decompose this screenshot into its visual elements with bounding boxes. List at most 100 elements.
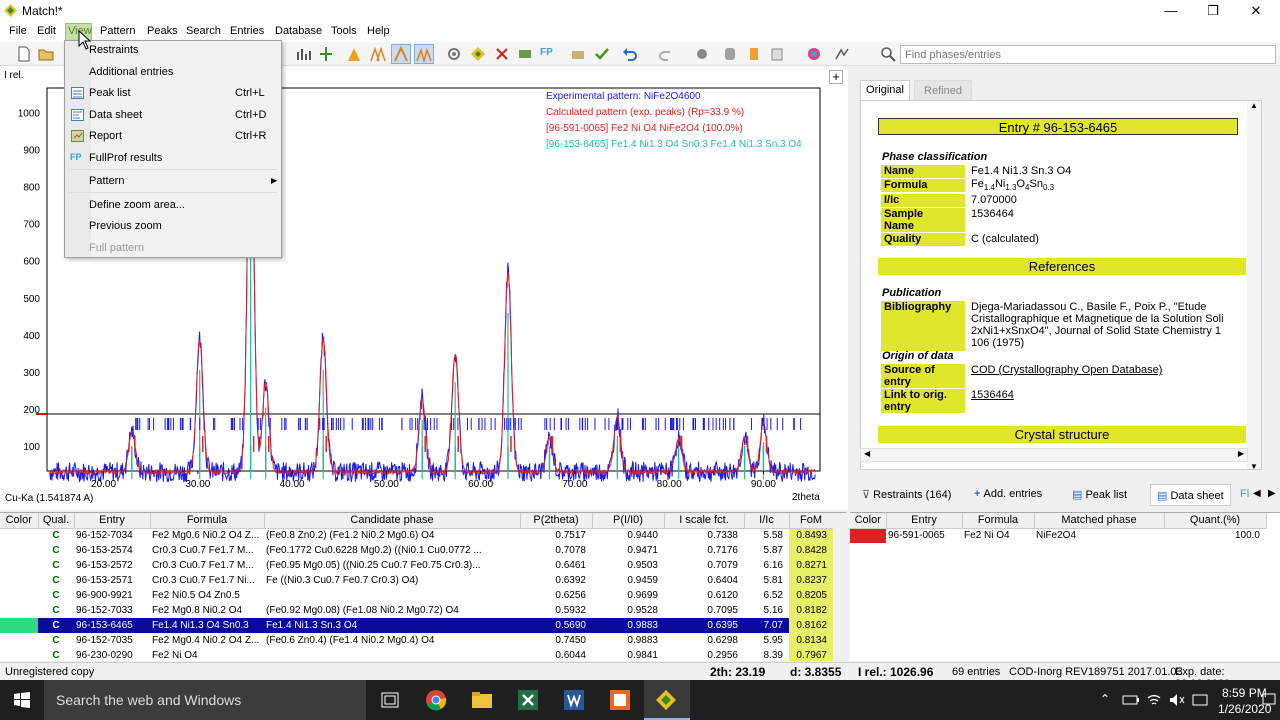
menu-database[interactable]: Database	[275, 25, 322, 37]
keyboard-icon[interactable]	[1192, 692, 1208, 708]
windows-start-icon[interactable]	[14, 692, 30, 708]
candidate-row[interactable]: C 96-153-2571 Cr0.3 Cu0.7 Fe1.7 Ni... Fe ((…	[0, 573, 833, 588]
paint-icon[interactable]	[609, 689, 631, 711]
menu-item-data-sheet[interactable]: Data sheet	[89, 109, 142, 121]
column-header[interactable]: Color	[0, 513, 39, 529]
chrome-icon[interactable]	[425, 689, 447, 711]
column-header[interactable]: Color	[850, 513, 887, 529]
matched-row[interactable]: 96-591-0065 Fe2 Ni O4 NiFe2O4 100.0	[850, 528, 1266, 543]
check-icon[interactable]	[594, 46, 610, 62]
tray-chevron-icon[interactable]: ⌃	[1100, 692, 1110, 706]
tab-restraints[interactable]: ⊽ Restraints (164)	[862, 488, 951, 501]
tab-data-sheet[interactable]: ▤ Data sheet	[1150, 484, 1231, 506]
task-view-icon[interactable]	[381, 692, 399, 708]
volume-icon[interactable]	[1168, 692, 1186, 708]
undo-icon[interactable]	[622, 46, 638, 62]
tab-fullprof[interactable]: Fl	[1240, 488, 1249, 500]
find-input[interactable]	[901, 46, 1275, 63]
column-header[interactable]: Matched phase	[1034, 513, 1165, 529]
excel-icon[interactable]	[517, 689, 539, 711]
tab-scroll-right-icon[interactable]: ▶	[1268, 488, 1276, 499]
menu-entries[interactable]: Entries	[230, 25, 264, 37]
match-icon[interactable]	[517, 46, 533, 62]
column-header[interactable]: Candidate phase	[264, 513, 521, 529]
candidate-list[interactable]: Color Qual. Entry Formula Candidate phase P(2…	[0, 512, 846, 661]
close-button[interactable]: ✕	[1233, 0, 1279, 22]
tab-peak-list[interactable]: ▤ Peak list	[1072, 488, 1127, 501]
panel-vertical-scrollbar[interactable]: ▲ ▼	[1247, 101, 1261, 469]
candidate-row[interactable]: C 96-152-7033 Fe2 Mg0.8 Ni0.2 O4 (Fe0.92 Mg…	[0, 603, 833, 618]
database-icon[interactable]	[722, 46, 738, 62]
fullprof-button[interactable]: FP	[540, 47, 553, 58]
notifications-icon[interactable]	[1262, 693, 1276, 707]
column-header[interactable]: Qual.	[38, 513, 75, 529]
candidate-row[interactable]: C 96-152-7035 Fe2 Mg0.4 Ni0.2 O4 Z... (Fe0.…	[0, 633, 833, 648]
tab-scroll-left-icon[interactable]: ◀	[1253, 488, 1261, 499]
menu-pattern[interactable]: Pattern	[100, 25, 135, 37]
column-header[interactable]: Quant.(%)	[1164, 513, 1267, 529]
scroll-right-icon[interactable]: ▶	[1238, 449, 1244, 458]
menu-file[interactable]: File	[9, 25, 27, 37]
column-header[interactable]: Formula	[962, 513, 1035, 529]
file-explorer-icon[interactable]	[471, 689, 493, 711]
find-box[interactable]	[900, 45, 1276, 64]
candidate-scrollbar[interactable]	[833, 513, 846, 661]
delete-phase-icon[interactable]	[494, 46, 510, 62]
column-header[interactable]: Entry	[74, 513, 151, 529]
menu-item-pattern[interactable]: Pattern	[89, 175, 124, 187]
options-icon[interactable]	[834, 46, 850, 62]
menu-item-define-zoom-area[interactable]: Define zoom area...	[89, 199, 185, 211]
report-icon[interactable]	[746, 46, 762, 62]
candidate-row[interactable]: C 96-230-0290 Fe2 Ni O4 0.6044 0.9841 0.2956 8…	[0, 648, 833, 661]
record-icon[interactable]	[694, 46, 710, 62]
taskbar-search[interactable]: Search the web and Windows	[44, 680, 366, 720]
candidate-row[interactable]: C 96-153-2574 Cr0.3 Cu0.7 Fe1.7 M... (Fe0.1…	[0, 543, 833, 558]
panel-horizontal-scrollbar[interactable]: ◀ ▶	[860, 448, 1248, 462]
menu-peaks[interactable]: Peaks	[147, 25, 178, 37]
candidate-row[interactable]: C 96-153-6465 Fe1.4 Ni1.3 O4 Sn0.3 Fe1.4 Ni…	[0, 618, 833, 633]
column-header[interactable]: Entry	[886, 513, 963, 529]
minimize-button[interactable]: —	[1148, 0, 1194, 22]
menu-item-previous-zoom[interactable]: Previous zoom	[89, 220, 162, 232]
redo-icon[interactable]	[658, 46, 674, 62]
new-file-icon[interactable]	[16, 46, 32, 62]
candidate-row[interactable]: C 96-900-9921 Fe2 Ni0.5 O4 Zn0.5 0.6256 0.96…	[0, 588, 833, 603]
candidate-row[interactable]: C 96-153-2572 Cr0.3 Cu0.7 Fe1.7 M... (Fe0.9…	[0, 558, 833, 573]
scroll-left-icon[interactable]: ◀	[864, 449, 870, 458]
peak-multi-icon[interactable]	[370, 46, 386, 62]
network-icon[interactable]	[1146, 692, 1162, 708]
tab-add-entries[interactable]: + Add. entries	[974, 488, 1042, 500]
matched-phases-list[interactable]: Color Entry Formula Matched phase Quant.(%) …	[850, 512, 1280, 661]
menu-help[interactable]: Help	[367, 25, 390, 37]
tab-original[interactable]: Original	[860, 80, 910, 100]
bar-chart-icon[interactable]	[296, 46, 312, 62]
menu-item-peak-list[interactable]: Peak list	[89, 87, 131, 99]
source-link[interactable]: COD (Crystallography Open Database)	[971, 364, 1162, 376]
scroll-down-icon[interactable]: ▼	[1250, 462, 1258, 469]
column-header[interactable]: P(2theta)	[520, 513, 593, 529]
menu-tools[interactable]: Tools	[331, 25, 357, 37]
diamond-icon[interactable]	[470, 46, 486, 62]
candidate-row[interactable]: C 96-152-7034 Fe2 Mg0.6 Ni0.2 O4 Z... (Fe0.…	[0, 528, 833, 543]
menu-edit[interactable]: Edit	[37, 25, 56, 37]
color-wheel-icon[interactable]	[806, 46, 822, 62]
column-header[interactable]: I scale fct.	[664, 513, 745, 529]
menu-item-restraints[interactable]: Restraints	[89, 44, 139, 56]
menu-search[interactable]: Search	[186, 25, 221, 37]
tab-refined[interactable]: Refined	[914, 80, 972, 100]
settings-icon[interactable]	[446, 46, 462, 62]
peak-search-icon[interactable]	[346, 46, 362, 62]
open-folder-icon[interactable]	[38, 46, 54, 62]
menu-item-full-pattern[interactable]: Full pattern	[89, 242, 144, 254]
column-header[interactable]: FoM	[789, 513, 834, 529]
edit-icon[interactable]	[570, 46, 586, 62]
restore-button[interactable]: ❐	[1190, 0, 1236, 22]
orig-entry-link[interactable]: 1536464	[971, 389, 1014, 401]
battery-icon[interactable]	[1122, 693, 1140, 707]
column-header[interactable]: Formula	[150, 513, 265, 529]
column-header[interactable]: P(I/I0)	[592, 513, 665, 529]
menu-item-fullprof-results[interactable]: FullProf results	[89, 152, 162, 164]
column-header[interactable]: I/Ic	[744, 513, 790, 529]
menu-item-additional-entries[interactable]: Additional entries	[89, 66, 173, 78]
copy-icon[interactable]	[770, 46, 786, 62]
